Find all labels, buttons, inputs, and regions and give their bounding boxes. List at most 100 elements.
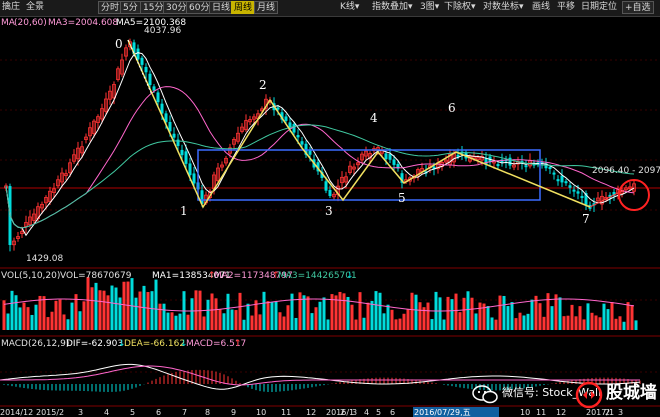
- volume-bar: [222, 313, 226, 330]
- volume-bar: [122, 281, 126, 330]
- volume-bar: [134, 297, 138, 330]
- time-axis-label: 10: [520, 408, 530, 417]
- candle-body: [392, 159, 396, 165]
- volume-bar: [346, 296, 350, 330]
- vol-ma3-value: MA3=144265701: [278, 271, 357, 281]
- candle-body: [548, 166, 552, 170]
- volume-bar: [230, 309, 234, 330]
- time-axis-label: 12: [556, 408, 566, 417]
- dea-line: [0, 365, 640, 386]
- volume-bar: [322, 297, 326, 330]
- candle-body: [308, 150, 312, 155]
- up-arrow-icon: ↑: [234, 339, 242, 349]
- volume-bar: [334, 295, 338, 330]
- volume-bar: [234, 310, 238, 330]
- volume-bar: [558, 297, 562, 330]
- volume-bar: [226, 293, 230, 330]
- volume-bar: [90, 287, 94, 330]
- candle-body: [184, 151, 188, 164]
- volume-bar: [594, 315, 598, 330]
- volume-bar: [502, 295, 506, 330]
- volume-bar: [286, 305, 290, 330]
- volume-bar: [570, 304, 574, 330]
- time-axis-label: 11: [281, 408, 291, 417]
- volume-bar: [42, 296, 46, 330]
- volume-bar: [242, 319, 246, 330]
- price-high-label: 4037.96: [144, 26, 182, 36]
- volume-bar: [390, 309, 394, 330]
- volume-bar: [486, 306, 490, 330]
- volume-bar: [214, 298, 218, 330]
- candle-body: [568, 185, 572, 188]
- candle-body: [172, 133, 176, 138]
- volume-bar: [394, 319, 398, 330]
- candle-body: [156, 92, 160, 103]
- price-low-label: 1429.08: [26, 254, 64, 264]
- volume-bar: [582, 319, 586, 330]
- volume-bar: [350, 304, 354, 330]
- volume-bar: [130, 278, 134, 330]
- candle-body: [292, 124, 296, 133]
- volume-bar: [550, 306, 554, 330]
- moving-average-lines: [5, 52, 635, 237]
- stock-chart-canvas[interactable]: 01234567 2014/12 2015/2 3 4 5 6 7 8 9 10 11 12 2016/…: [0, 0, 660, 417]
- current-range-label: 2096.40 - 2097.09: [592, 166, 660, 176]
- vol-indicator-name[interactable]: VOL: [1, 271, 19, 281]
- wave-label-2: 2: [259, 78, 267, 92]
- volume-bar: [38, 295, 42, 330]
- candle-body: [580, 195, 584, 198]
- volume-bar: [190, 298, 194, 330]
- chart-grid: [0, 59, 660, 407]
- volume-bar: [542, 316, 546, 330]
- volume-bar: [574, 316, 578, 330]
- macd-indicator-name[interactable]: MACD: [1, 339, 28, 349]
- candle-body: [296, 135, 300, 138]
- candle-body: [140, 57, 144, 65]
- ma-indicator-name[interactable]: MA: [1, 18, 15, 28]
- volume-bar: [398, 318, 402, 330]
- volume-bar: [338, 291, 342, 330]
- candle-body: [324, 181, 328, 191]
- volume-bar: [262, 291, 266, 330]
- time-axis-label: 2: [605, 408, 610, 417]
- volume-bar: [306, 296, 310, 330]
- volume-bar: [102, 290, 106, 330]
- volume-bar: [426, 302, 430, 330]
- volume-bar: [318, 301, 322, 330]
- time-axis-label: 9: [231, 408, 236, 417]
- wave-label-0: 0: [115, 37, 123, 51]
- candle-body: [144, 66, 148, 73]
- volume-bar: [202, 316, 206, 330]
- volume-bar: [26, 307, 30, 330]
- wave-label-7: 7: [582, 212, 590, 226]
- candlestick-series: [4, 38, 636, 252]
- candle-body: [496, 164, 500, 167]
- volume-bar: [602, 303, 606, 330]
- wave-label-6: 6: [448, 101, 456, 115]
- volume-bar: [314, 307, 318, 330]
- volume-bar: [86, 277, 90, 330]
- volume-bar: [246, 303, 250, 330]
- volume-bar: [342, 293, 346, 330]
- volume-bar: [82, 301, 86, 330]
- volume-bar: [354, 319, 358, 330]
- ma3-value: MA3=2004.608: [48, 18, 119, 28]
- volume-bar: [94, 282, 98, 330]
- time-axis-label: 7: [182, 408, 187, 417]
- volume-bar: [358, 292, 362, 330]
- time-axis-label: 8: [205, 408, 210, 417]
- volume-bar: [490, 317, 494, 330]
- wechat-icon: [472, 385, 498, 404]
- candle-body: [136, 48, 140, 60]
- volume-bar: [210, 293, 214, 330]
- time-axis-label: 4: [104, 408, 109, 417]
- dif-value: DIF=-62.903: [66, 339, 124, 349]
- volume-bar: [402, 313, 406, 330]
- volume-bar: [522, 315, 526, 330]
- volume-bar: [578, 306, 582, 330]
- volume-bar: [374, 291, 378, 330]
- volume-bar: [170, 312, 174, 330]
- volume-bar: [290, 293, 294, 330]
- volume-bar: [614, 318, 618, 330]
- volume-bar: [62, 314, 66, 330]
